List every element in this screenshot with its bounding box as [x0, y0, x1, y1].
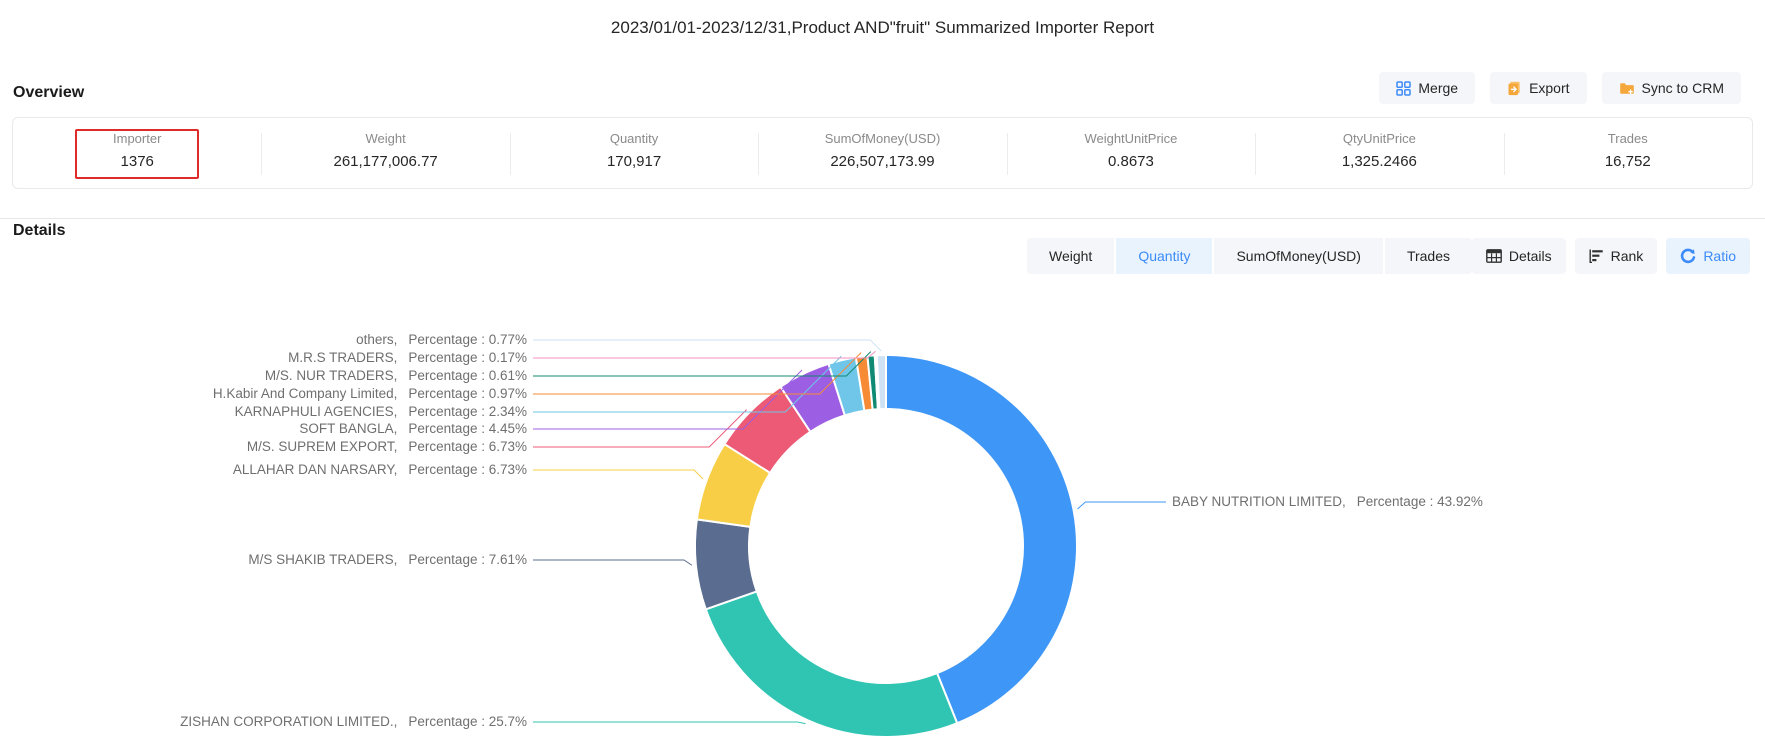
rank-icon: [1589, 249, 1604, 263]
donut-chart: BABY NUTRITION LIMITED, Percentage : 43.9…: [0, 275, 1765, 741]
stat-value: 261,177,006.77: [261, 153, 509, 170]
tab-weight[interactable]: Weight: [1027, 238, 1114, 274]
ratio-icon: [1680, 248, 1696, 264]
chart-label-8: M/S. NUR TRADERS, Percentage : 0.61%: [265, 367, 527, 385]
chart-label-name: M/S. NUR TRADERS,: [265, 368, 398, 383]
chart-label-percentage: Percentage : 6.73%: [408, 462, 527, 477]
chart-label-name: M.R.S TRADERS,: [288, 350, 397, 365]
donut-chart-svg: [0, 275, 1765, 741]
stat-value: 16,752: [1504, 153, 1752, 170]
ratio-view-button[interactable]: Ratio: [1666, 238, 1750, 274]
merge-button-label: Merge: [1418, 80, 1458, 96]
export-button[interactable]: Export: [1490, 72, 1586, 104]
metric-tabs: Weight Quantity SumOfMoney(USD) Trades: [1027, 238, 1472, 274]
stat-value: 170,917: [510, 153, 758, 170]
chart-label-1: ZISHAN CORPORATION LIMITED., Percentage :…: [180, 713, 527, 731]
top-action-buttons: Merge Export Sync to CRM: [1379, 72, 1741, 104]
stat-value: 0.8673: [1007, 153, 1255, 170]
chart-label-name: others,: [356, 332, 397, 347]
pie-slice-1[interactable]: [706, 591, 957, 737]
stat-label: Quantity: [510, 131, 758, 146]
chart-label-name: SOFT BANGLA,: [299, 421, 397, 436]
rank-view-label: Rank: [1611, 248, 1644, 264]
pie-slice-0[interactable]: [886, 355, 1077, 723]
chart-label-name: M/S. SUPREM EXPORT,: [247, 439, 398, 454]
stat-label: WeightUnitPrice: [1007, 131, 1255, 146]
chart-label-percentage: Percentage : 0.97%: [408, 386, 527, 401]
tab-trades[interactable]: Trades: [1385, 238, 1472, 274]
ratio-view-label: Ratio: [1703, 248, 1736, 264]
stat-value: 226,507,173.99: [758, 153, 1006, 170]
label-line-4: [533, 410, 747, 447]
label-line-3: [533, 470, 703, 479]
chart-label-name: H.Kabir And Company Limited,: [213, 386, 398, 401]
label-line-10: [533, 340, 881, 351]
chart-label-percentage: Percentage : 4.45%: [408, 421, 527, 436]
label-line-0: [1077, 502, 1166, 509]
chart-label-percentage: Percentage : 0.77%: [408, 332, 527, 347]
chart-label-percentage: Percentage : 7.61%: [408, 552, 527, 567]
stat-importer: Importer 1376: [13, 118, 261, 188]
chart-label-percentage: Percentage : 25.7%: [408, 714, 527, 729]
export-button-label: Export: [1529, 80, 1569, 96]
details-view-label: Details: [1509, 248, 1552, 264]
chart-label-name: ZISHAN CORPORATION LIMITED.,: [180, 714, 397, 729]
chart-label-name: M/S SHAKIB TRADERS,: [248, 552, 397, 567]
pie-slice-10[interactable]: [877, 355, 886, 409]
stat-weight-unit-price: WeightUnitPrice 0.8673: [1007, 118, 1255, 188]
tab-sum-of-money[interactable]: SumOfMoney(USD): [1214, 238, 1382, 274]
chart-label-4: M/S. SUPREM EXPORT, Percentage : 6.73%: [247, 438, 527, 456]
chart-label-name: ALLAHAR DAN NARSARY,: [233, 462, 398, 477]
label-line-2: [533, 560, 692, 565]
chart-label-10: others, Percentage : 0.77%: [356, 331, 527, 349]
page-title: 2023/01/01-2023/12/31,Product AND"fruit"…: [0, 18, 1765, 38]
label-line-1: [533, 722, 806, 724]
sync-to-crm-button[interactable]: Sync to CRM: [1602, 72, 1741, 104]
overview-stats-card: Importer 1376 Weight 261,177,006.77 Quan…: [12, 117, 1753, 189]
stat-label: Importer: [13, 131, 261, 146]
chart-label-2: M/S SHAKIB TRADERS, Percentage : 7.61%: [248, 551, 527, 569]
stat-label: Trades: [1504, 131, 1752, 146]
label-line-9: [533, 351, 876, 358]
details-heading: Details: [13, 222, 65, 240]
tab-quantity[interactable]: Quantity: [1116, 238, 1212, 274]
chart-label-3: ALLAHAR DAN NARSARY, Percentage : 6.73%: [233, 461, 527, 479]
section-divider: [0, 218, 1765, 219]
chart-label-name: KARNAPHULI AGENCIES,: [235, 404, 398, 419]
chart-label-name: BABY NUTRITION LIMITED,: [1172, 494, 1346, 509]
merge-icon: [1396, 81, 1411, 96]
sync-to-crm-button-label: Sync to CRM: [1642, 80, 1724, 96]
importer-report-page: 2023/01/01-2023/12/31,Product AND"fruit"…: [0, 0, 1765, 741]
chart-label-0: BABY NUTRITION LIMITED, Percentage : 43.9…: [1172, 493, 1483, 511]
merge-button[interactable]: Merge: [1379, 72, 1475, 104]
chart-label-percentage: Percentage : 0.61%: [408, 368, 527, 383]
chart-label-7: H.Kabir And Company Limited, Percentage :…: [213, 385, 527, 403]
stat-label: SumOfMoney(USD): [758, 131, 1006, 146]
stat-value: 1376: [13, 153, 261, 170]
stat-sum-of-money: SumOfMoney(USD) 226,507,173.99: [758, 118, 1006, 188]
chart-label-9: M.R.S TRADERS, Percentage : 0.17%: [288, 349, 527, 367]
stat-weight: Weight 261,177,006.77: [261, 118, 509, 188]
table-icon: [1486, 249, 1502, 263]
stat-qty-unit-price: QtyUnitPrice 1,325.2466: [1255, 118, 1503, 188]
stat-trades: Trades 16,752: [1504, 118, 1752, 188]
sync-folder-icon: [1619, 81, 1635, 96]
stat-label: Weight: [261, 131, 509, 146]
chart-label-percentage: Percentage : 43.92%: [1357, 494, 1483, 509]
stat-quantity: Quantity 170,917: [510, 118, 758, 188]
export-icon: [1507, 81, 1522, 96]
chart-label-percentage: Percentage : 2.34%: [408, 404, 527, 419]
chart-label-6: KARNAPHULI AGENCIES, Percentage : 2.34%: [235, 403, 527, 421]
view-mode-buttons: Details Rank Ratio: [1472, 238, 1750, 274]
stat-value: 1,325.2466: [1255, 153, 1503, 170]
details-view-button[interactable]: Details: [1472, 238, 1566, 274]
chart-label-percentage: Percentage : 0.17%: [408, 350, 527, 365]
chart-label-percentage: Percentage : 6.73%: [408, 439, 527, 454]
rank-view-button[interactable]: Rank: [1575, 238, 1658, 274]
stat-label: QtyUnitPrice: [1255, 131, 1503, 146]
chart-label-5: SOFT BANGLA, Percentage : 4.45%: [299, 420, 527, 438]
overview-heading: Overview: [13, 84, 84, 102]
